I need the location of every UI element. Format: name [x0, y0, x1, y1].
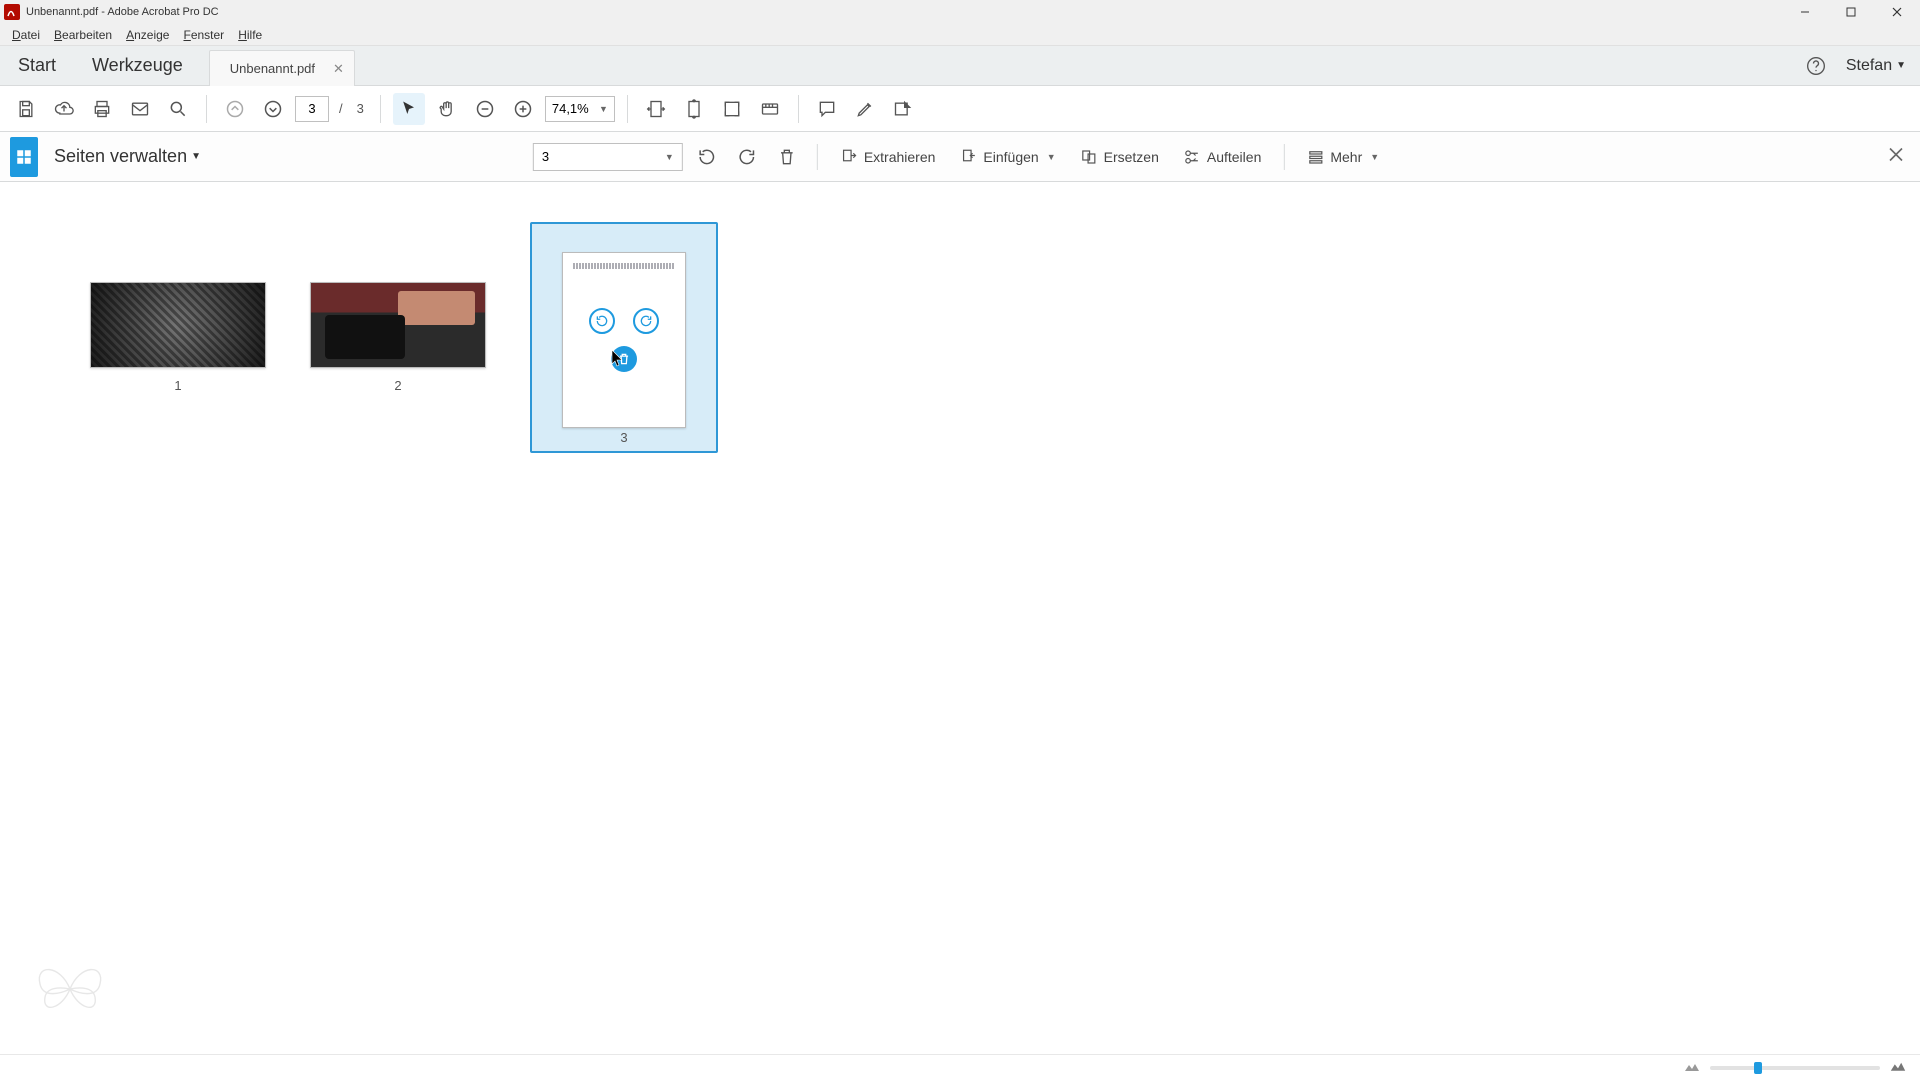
comment-icon[interactable] [811, 93, 843, 125]
page-total: 3 [353, 101, 368, 116]
save-icon[interactable] [10, 93, 42, 125]
zoom-large-icon[interactable] [1890, 1059, 1906, 1077]
split-button[interactable]: Aufteilen [1175, 141, 1269, 173]
separator [798, 95, 799, 123]
close-button[interactable] [1874, 0, 1920, 24]
organize-pages-icon [10, 137, 38, 177]
maximize-button[interactable] [1828, 0, 1874, 24]
replace-button[interactable]: Ersetzen [1072, 141, 1167, 173]
minimize-button[interactable] [1782, 0, 1828, 24]
zoom-slider[interactable] [1710, 1066, 1880, 1070]
separator [1283, 144, 1284, 170]
menu-hilfe[interactable]: Hilfe [232, 26, 268, 44]
separator [206, 95, 207, 123]
separator [627, 95, 628, 123]
user-menu[interactable]: Stefan ▼ [1846, 57, 1906, 75]
tab-tools[interactable]: Werkzeuge [74, 46, 201, 85]
page-down-icon[interactable] [257, 93, 289, 125]
read-mode-icon[interactable] [754, 93, 786, 125]
page-separator: / [335, 101, 347, 116]
print-icon[interactable] [86, 93, 118, 125]
zoom-in-icon[interactable] [507, 93, 539, 125]
thumbnail-image [310, 282, 486, 368]
chevron-down-icon: ▼ [1896, 60, 1906, 71]
menu-bearbeiten[interactable]: Bearbeiten [48, 26, 118, 44]
cursor-icon [611, 349, 625, 372]
zoom-small-icon[interactable] [1684, 1059, 1700, 1077]
delete-page-icon[interactable] [771, 141, 803, 173]
thumbnail-label: 2 [394, 378, 401, 393]
zoom-value: 74,1% [552, 101, 589, 116]
tab-document[interactable]: Unbenannt.pdf ✕ [209, 50, 355, 86]
page-actions-overlay [563, 253, 685, 427]
chevron-down-icon: ▼ [191, 151, 201, 162]
page-select-value: 3 [542, 149, 549, 164]
separator [817, 144, 818, 170]
zoom-out-icon[interactable] [469, 93, 501, 125]
organize-pages-title[interactable]: Seiten verwalten▼ [44, 146, 201, 167]
fullscreen-icon[interactable] [716, 93, 748, 125]
highlight-icon[interactable] [849, 93, 881, 125]
fit-width-icon[interactable] [640, 93, 672, 125]
page-up-icon[interactable] [219, 93, 251, 125]
tab-document-label: Unbenannt.pdf [230, 61, 315, 76]
menu-fenster[interactable]: Fenster [177, 26, 230, 44]
tab-close-icon[interactable]: ✕ [333, 61, 344, 77]
acrobat-icon [4, 4, 20, 20]
main-toolbar: / 3 74,1% ▼ [0, 86, 1920, 132]
thumbnails-area: 1 2 3 [0, 182, 1920, 1054]
window-title: Unbenannt.pdf - Adobe Acrobat Pro DC [26, 6, 219, 18]
zoom-slider-knob[interactable] [1754, 1062, 1762, 1074]
hand-tool-icon[interactable] [431, 93, 463, 125]
page-thumbnail-1[interactable]: 1 [90, 282, 266, 393]
chevron-down-icon: ▼ [1370, 152, 1379, 162]
menu-anzeige[interactable]: Anzeige [120, 26, 175, 44]
signature-icon[interactable] [887, 93, 919, 125]
status-bar [0, 1054, 1920, 1080]
chevron-down-icon: ▼ [665, 152, 674, 162]
butterfly-watermark-icon [30, 954, 110, 1024]
page-thumbnail-3[interactable]: 3 [530, 222, 718, 453]
mail-icon[interactable] [124, 93, 156, 125]
window-controls [1782, 0, 1920, 24]
titlebar: Unbenannt.pdf - Adobe Acrobat Pro DC [0, 0, 1920, 24]
page-thumbnail-2[interactable]: 2 [310, 282, 486, 393]
rotate-ccw-icon[interactable] [691, 141, 723, 173]
rotate-cw-icon[interactable] [633, 308, 659, 334]
rotate-cw-icon[interactable] [731, 141, 763, 173]
separator [380, 95, 381, 123]
thumbnail-image [90, 282, 266, 368]
thumbnail-label: 1 [174, 378, 181, 393]
menubar: Datei Bearbeiten Anzeige Fenster Hilfe [0, 24, 1920, 46]
extract-button[interactable]: Extrahieren [832, 141, 944, 173]
chevron-down-icon: ▼ [1047, 152, 1056, 162]
thumbnail-label: 3 [562, 430, 686, 445]
page-select[interactable]: 3▼ [533, 143, 683, 171]
tab-row: Start Werkzeuge Unbenannt.pdf ✕ Stefan ▼ [0, 46, 1920, 86]
cloud-upload-icon[interactable] [48, 93, 80, 125]
rotate-ccw-icon[interactable] [589, 308, 615, 334]
select-tool-icon[interactable] [393, 93, 425, 125]
tab-start[interactable]: Start [0, 46, 74, 85]
search-icon[interactable] [162, 93, 194, 125]
insert-button[interactable]: Einfügen▼ [951, 141, 1063, 173]
page-number-input[interactable] [295, 96, 329, 122]
chevron-down-icon: ▼ [599, 104, 608, 114]
user-name: Stefan [1846, 57, 1892, 75]
menu-datei[interactable]: Datei [6, 26, 46, 44]
close-panel-button[interactable] [1888, 146, 1904, 167]
help-icon[interactable] [1800, 50, 1832, 82]
fit-page-icon[interactable] [678, 93, 710, 125]
zoom-select[interactable]: 74,1% ▼ [545, 96, 615, 122]
more-button[interactable]: Mehr▼ [1298, 141, 1387, 173]
organize-pages-toolbar: Seiten verwalten▼ 3▼ Extrahieren Einfüge… [0, 132, 1920, 182]
thumbnail-image [562, 252, 686, 428]
